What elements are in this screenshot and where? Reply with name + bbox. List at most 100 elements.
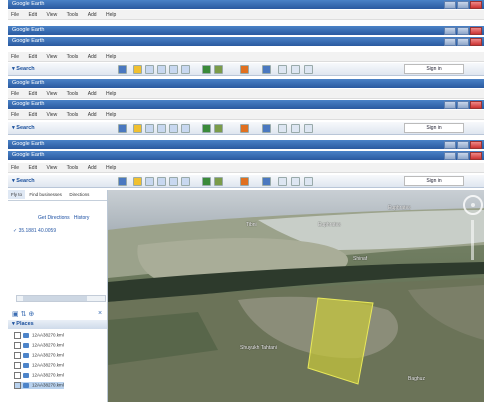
ruler-icon[interactable] — [240, 177, 249, 186]
menu-help[interactable]: Help — [106, 91, 116, 97]
print-icon[interactable] — [291, 65, 300, 74]
menu-tools[interactable]: Tools — [67, 165, 79, 171]
placemark-icon[interactable] — [133, 124, 142, 133]
menu-add[interactable]: Add — [88, 165, 97, 171]
menu-add[interactable]: Add — [88, 54, 97, 60]
map-label[interactable]: Shinaf — [353, 256, 367, 262]
navigation-compass-icon[interactable] — [463, 195, 483, 215]
layers-icon[interactable]: ⊕ — [28, 311, 34, 318]
map-label[interactable]: Shuyukh Tahtani — [240, 345, 277, 351]
maps-icon[interactable] — [304, 65, 313, 74]
maximize-button[interactable] — [457, 27, 469, 35]
menu-view[interactable]: View — [46, 165, 57, 171]
tour-icon[interactable] — [181, 177, 190, 186]
map-label[interactable]: Baghuz — [408, 376, 425, 382]
folder-icon[interactable]: ▣ — [12, 311, 19, 318]
historical-imagery-icon[interactable] — [262, 124, 271, 133]
sidebar-toggle-icon[interactable] — [118, 177, 127, 186]
minimize-button[interactable] — [444, 141, 456, 149]
checkbox-icon[interactable] — [14, 372, 21, 379]
path-icon[interactable] — [157, 177, 166, 186]
list-item[interactable]: 12AA38270.kml — [14, 372, 64, 379]
historical-imagery-icon[interactable] — [262, 177, 271, 186]
minimize-button[interactable] — [444, 1, 456, 9]
maximize-button[interactable] — [457, 101, 469, 109]
menu-edit[interactable]: Edit — [28, 54, 37, 60]
search-toggle[interactable]: ▾ Search — [12, 178, 35, 184]
menu-help[interactable]: Help — [106, 165, 116, 171]
tab-find-businesses[interactable]: Find businesses — [26, 190, 65, 199]
close-button[interactable] — [470, 38, 482, 46]
search-result[interactable]: ✓ 35.1881 40.0059 — [13, 228, 56, 234]
menu-file[interactable]: File — [11, 91, 19, 97]
horizontal-scrollbar[interactable] — [16, 295, 106, 302]
search-toggle[interactable]: ▾ Search — [12, 125, 35, 131]
placemark-icon[interactable] — [133, 177, 142, 186]
print-icon[interactable] — [291, 124, 300, 133]
copy-icon[interactable]: ⇅ — [21, 311, 27, 318]
menu-help[interactable]: Help — [106, 54, 116, 60]
tab-directions[interactable]: Directions — [66, 190, 92, 199]
email-icon[interactable] — [278, 177, 287, 186]
minimize-button[interactable] — [444, 27, 456, 35]
map-label[interactable]: Euphrates — [318, 222, 341, 228]
earth-icon[interactable] — [202, 124, 211, 133]
map-label[interactable]: Tibni — [246, 222, 257, 228]
close-icon[interactable]: × — [98, 310, 102, 317]
close-button[interactable] — [470, 101, 482, 109]
sun-icon[interactable] — [214, 177, 223, 186]
close-button[interactable] — [470, 27, 482, 35]
menu-help[interactable]: Help — [106, 12, 116, 18]
menu-add[interactable]: Add — [88, 112, 97, 118]
menu-view[interactable]: View — [46, 91, 57, 97]
menu-file[interactable]: File — [11, 54, 19, 60]
maps-icon[interactable] — [304, 124, 313, 133]
tab-fly-to[interactable]: Fly to — [8, 190, 26, 199]
maximize-button[interactable] — [457, 141, 469, 149]
sign-in-button[interactable]: Sign in — [404, 64, 464, 74]
ruler-icon[interactable] — [240, 124, 249, 133]
close-button[interactable] — [470, 1, 482, 9]
menu-tools[interactable]: Tools — [67, 12, 79, 18]
email-icon[interactable] — [278, 124, 287, 133]
overlay-icon[interactable] — [169, 65, 178, 74]
menu-view[interactable]: View — [46, 12, 57, 18]
zoom-slider[interactable] — [471, 220, 474, 260]
menu-view[interactable]: View — [46, 112, 57, 118]
tour-icon[interactable] — [181, 65, 190, 74]
map-label[interactable]: Euphrates — [388, 205, 411, 211]
checkbox-icon[interactable] — [14, 362, 21, 369]
path-icon[interactable] — [157, 65, 166, 74]
tour-icon[interactable] — [181, 124, 190, 133]
maps-icon[interactable] — [304, 177, 313, 186]
menu-edit[interactable]: Edit — [28, 91, 37, 97]
minimize-button[interactable] — [444, 152, 456, 160]
list-item[interactable]: 12AA38270.kml — [14, 362, 64, 369]
menu-edit[interactable]: Edit — [28, 165, 37, 171]
search-toggle[interactable]: ▾ Search — [12, 66, 35, 72]
sign-in-button[interactable]: Sign in — [404, 123, 464, 133]
menu-edit[interactable]: Edit — [28, 12, 37, 18]
minimize-button[interactable] — [444, 101, 456, 109]
menu-tools[interactable]: Tools — [67, 54, 79, 60]
sun-icon[interactable] — [214, 65, 223, 74]
menu-file[interactable]: File — [11, 165, 19, 171]
close-button[interactable] — [470, 141, 482, 149]
maximize-button[interactable] — [457, 1, 469, 9]
checkbox-icon[interactable] — [14, 352, 21, 359]
path-icon[interactable] — [157, 124, 166, 133]
polygon-icon[interactable] — [145, 65, 154, 74]
menu-file[interactable]: File — [11, 112, 19, 118]
checkbox-icon[interactable] — [14, 382, 21, 389]
earth-view[interactable]: Tibni Euphrates Euphrates Shinaf Shuyukh… — [108, 190, 484, 402]
checkbox-icon[interactable] — [14, 342, 21, 349]
list-item[interactable]: 12AA38270.kml — [14, 332, 64, 339]
overlay-icon[interactable] — [169, 177, 178, 186]
print-icon[interactable] — [291, 177, 300, 186]
list-item[interactable]: 12AA38270.kml — [14, 342, 64, 349]
history-link[interactable]: History — [74, 215, 90, 221]
sidebar-toggle-icon[interactable] — [118, 65, 127, 74]
sun-icon[interactable] — [214, 124, 223, 133]
ruler-icon[interactable] — [240, 65, 249, 74]
sign-in-button[interactable]: Sign in — [404, 176, 464, 186]
